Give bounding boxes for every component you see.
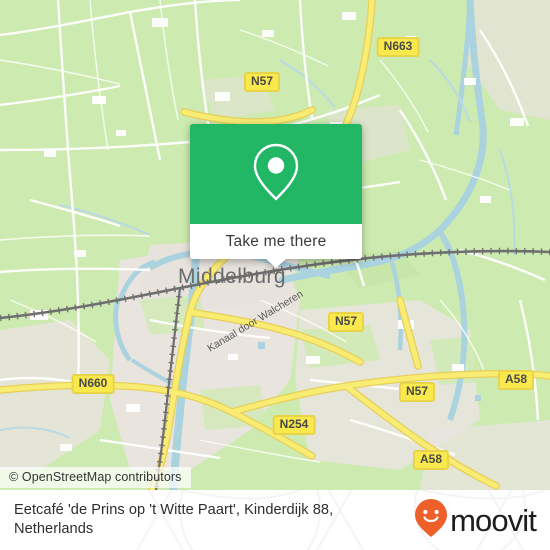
osm-attribution: © OpenStreetMap contributors (0, 467, 191, 488)
road-shield: A58 (412, 450, 450, 470)
footer-bar: Eetcafé 'de Prins op 't Witte Paart', Ki… (0, 490, 550, 550)
map-label-middelburg: Middelburg (178, 265, 286, 288)
road-shield: N57 (398, 382, 436, 402)
take-me-there-callout[interactable]: Take me there (190, 124, 362, 268)
moovit-smiley-pin-icon (414, 498, 448, 543)
road-shield: N660 (71, 374, 115, 394)
moovit-logo: moovit (414, 498, 537, 543)
map-pin-icon (250, 141, 302, 208)
callout-tail (265, 258, 287, 268)
road-shield: A58 (497, 370, 535, 390)
road-shield: N57 (243, 72, 281, 92)
road-shield: N254 (272, 415, 316, 435)
map-canvas[interactable]: Middelburg Kanaal door Walcheren N663 N57… (0, 0, 550, 490)
callout-footer[interactable]: Take me there (190, 224, 362, 268)
callout-header (190, 124, 362, 224)
road-shield: N57 (327, 312, 365, 332)
moovit-wordmark: moovit (450, 502, 537, 538)
take-me-there-label: Take me there (225, 232, 327, 250)
place-name-text: Eetcafé 'de Prins op 't Witte Paart', Ki… (14, 501, 334, 538)
road-shield: N663 (376, 37, 420, 57)
